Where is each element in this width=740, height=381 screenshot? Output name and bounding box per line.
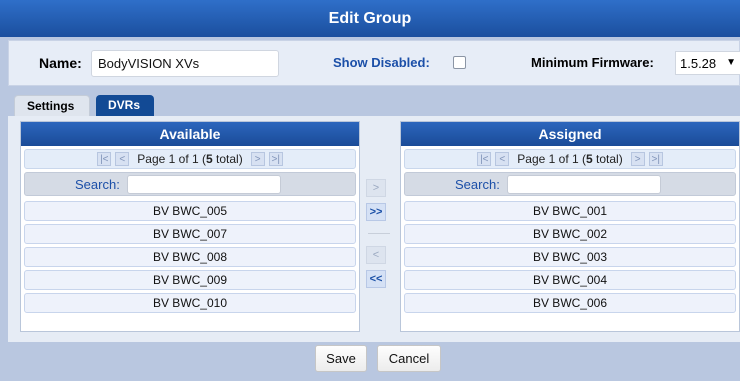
assigned-header: Assigned — [401, 122, 739, 146]
available-list: BV BWC_005 BV BWC_007 BV BWC_008 BV BWC_… — [24, 201, 356, 313]
total-count: 5 — [206, 152, 213, 166]
move-all-right-button[interactable]: >> — [366, 203, 386, 221]
list-item[interactable]: BV BWC_007 — [24, 224, 356, 244]
list-item[interactable]: BV BWC_010 — [24, 293, 356, 313]
list-item[interactable]: BV BWC_003 — [404, 247, 736, 267]
mover-divider — [368, 233, 390, 234]
move-left-button[interactable]: < — [366, 246, 386, 264]
next-page-icon[interactable]: > — [630, 152, 645, 166]
page-text: Page 1 of 1 ( — [517, 152, 586, 166]
minimum-firmware-select[interactable]: 1.5.28 ▼ — [675, 51, 740, 75]
list-item[interactable]: BV BWC_004 — [404, 270, 736, 290]
available-search-row: Search: — [24, 172, 356, 196]
last-page-icon[interactable]: >| — [268, 152, 283, 166]
list-item[interactable]: BV BWC_006 — [404, 293, 736, 313]
total-suffix: total) — [212, 152, 243, 166]
page-text: Page 1 of 1 ( — [137, 152, 206, 166]
total-suffix: total) — [592, 152, 623, 166]
assigned-panel: Assigned |< < Page 1 of 1 (5 total) > >|… — [400, 121, 740, 332]
available-page-info: Page 1 of 1 (5 total) — [137, 152, 242, 166]
move-all-left-button[interactable]: << — [366, 270, 386, 288]
assigned-page-info: Page 1 of 1 (5 total) — [517, 152, 622, 166]
list-item[interactable]: BV BWC_001 — [404, 201, 736, 221]
show-disabled-label: Show Disabled: — [333, 55, 430, 70]
cancel-button[interactable]: Cancel — [377, 345, 441, 372]
assigned-search-input[interactable] — [507, 175, 661, 194]
dialog-footer: Save Cancel — [0, 342, 740, 381]
dvrs-content: Available |< < Page 1 of 1 (5 total) > >… — [8, 116, 740, 342]
search-label: Search: — [455, 177, 500, 192]
available-header: Available — [21, 122, 359, 146]
next-page-icon[interactable]: > — [250, 152, 265, 166]
first-page-icon[interactable]: |< — [97, 152, 112, 166]
available-panel: Available |< < Page 1 of 1 (5 total) > >… — [20, 121, 360, 332]
tab-bar: Settings DVRs — [14, 95, 160, 117]
assigned-list: BV BWC_001 BV BWC_002 BV BWC_003 BV BWC_… — [404, 201, 736, 313]
list-item[interactable]: BV BWC_009 — [24, 270, 356, 290]
name-field[interactable]: BodyVISION XVs — [91, 50, 279, 77]
first-page-icon[interactable]: |< — [477, 152, 492, 166]
group-settings-bar: Name: BodyVISION XVs Show Disabled: Mini… — [8, 40, 740, 86]
list-item[interactable]: BV BWC_002 — [404, 224, 736, 244]
prev-page-icon[interactable]: < — [115, 152, 130, 166]
prev-page-icon[interactable]: < — [495, 152, 510, 166]
available-search-input[interactable] — [127, 175, 281, 194]
dialog-title: Edit Group — [0, 0, 740, 37]
available-pager: |< < Page 1 of 1 (5 total) > >| — [24, 149, 356, 169]
list-item[interactable]: BV BWC_005 — [24, 201, 356, 221]
move-right-button[interactable]: > — [366, 179, 386, 197]
name-label: Name: — [39, 55, 82, 71]
minimum-firmware-value: 1.5.28 — [680, 56, 717, 71]
save-button[interactable]: Save — [315, 345, 367, 372]
search-label: Search: — [75, 177, 120, 192]
edit-group-dialog: Edit Group Name: BodyVISION XVs Show Dis… — [0, 0, 740, 381]
show-disabled-checkbox[interactable] — [453, 56, 466, 69]
minimum-firmware-label: Minimum Firmware: — [531, 55, 654, 70]
tab-settings[interactable]: Settings — [14, 95, 90, 117]
total-count: 5 — [586, 152, 593, 166]
last-page-icon[interactable]: >| — [648, 152, 663, 166]
assigned-search-row: Search: — [404, 172, 736, 196]
chevron-down-icon: ▼ — [726, 57, 736, 68]
assigned-pager: |< < Page 1 of 1 (5 total) > >| — [404, 149, 736, 169]
tab-dvrs[interactable]: DVRs — [96, 95, 154, 117]
list-item[interactable]: BV BWC_008 — [24, 247, 356, 267]
